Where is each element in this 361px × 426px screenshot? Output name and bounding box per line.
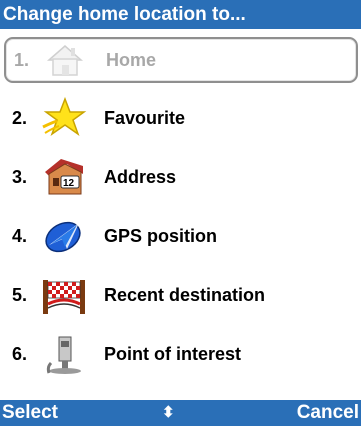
menu-item-number: 2. <box>12 107 28 128</box>
menu-item-point-of-interest[interactable]: 6. Point of interest <box>4 331 358 377</box>
menu-item-label: GPS position <box>104 225 218 246</box>
star-icon <box>36 96 92 140</box>
menu-item-number: 1. <box>14 49 30 70</box>
menu-item-number: 6. <box>12 343 28 364</box>
title-bar: Change home location to... <box>0 0 361 29</box>
navigate-updown-icon: ⬍ <box>162 404 175 421</box>
menu-item-home[interactable]: 1. Home <box>4 37 358 83</box>
menu-item-address[interactable]: 3. 12 Address <box>4 154 358 200</box>
house-icon <box>38 38 94 82</box>
menu-item-label: Recent destination <box>104 284 266 305</box>
finish-flag-icon <box>36 273 92 317</box>
select-softkey[interactable]: Select <box>2 400 58 426</box>
gps-arrow-icon <box>36 214 92 258</box>
softkey-bar: Select ⬍ Cancel <box>0 400 361 426</box>
cancel-softkey[interactable]: Cancel <box>297 400 359 426</box>
menu-item-label: Home <box>106 49 157 70</box>
page-title: Change home location to... <box>3 4 246 25</box>
menu-item-gps-position[interactable]: 4. GPS position <box>4 213 358 259</box>
poi-icon <box>36 332 92 376</box>
menu-item-label: Favourite <box>104 107 186 128</box>
menu-item-number: 3. <box>12 166 28 187</box>
menu-item-label: Point of interest <box>104 343 242 364</box>
menu-item-number: 4. <box>12 225 28 246</box>
building-address-icon: 12 <box>36 155 92 199</box>
menu-item-number: 5. <box>12 284 28 305</box>
menu-item-label: Address <box>104 166 177 187</box>
menu-item-recent-destination[interactable]: 5. Recent destination <box>4 272 358 318</box>
svg-text:12: 12 <box>63 178 75 189</box>
menu-item-favourite[interactable]: 2. Favourite <box>4 95 358 141</box>
